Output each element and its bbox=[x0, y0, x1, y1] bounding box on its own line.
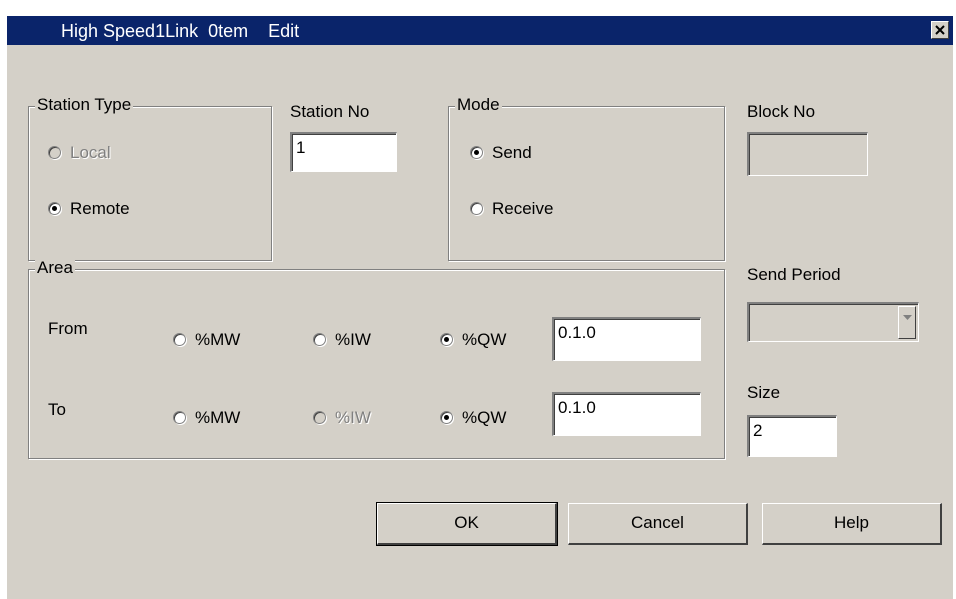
mode-label: Mode bbox=[455, 95, 502, 115]
title-bar[interactable]: High Speed1Link 0tem Edit bbox=[7, 16, 953, 45]
to-address-input[interactable]: 0.1.0 bbox=[552, 392, 701, 436]
radio-label: Send bbox=[492, 143, 532, 162]
size-label: Size bbox=[747, 383, 781, 402]
radio-checked-icon bbox=[48, 202, 61, 216]
size-input[interactable]: 2 bbox=[747, 415, 837, 457]
from-address-input[interactable]: 0.1.0 bbox=[552, 317, 701, 361]
station-type-local-radio[interactable]: Local bbox=[48, 143, 111, 163]
station-no-input[interactable]: 1 bbox=[290, 132, 397, 172]
radio-label: Receive bbox=[492, 199, 554, 218]
radio-circle-icon bbox=[470, 202, 483, 216]
radio-label: %MW bbox=[195, 330, 241, 349]
radio-label: %MW bbox=[195, 408, 241, 427]
block-no-label: Block No bbox=[747, 102, 816, 121]
station-type-remote-radio[interactable]: Remote bbox=[48, 199, 130, 219]
area-label: Area bbox=[35, 258, 75, 278]
to-qw-radio[interactable]: %QW bbox=[440, 408, 506, 428]
radio-circle-icon bbox=[48, 146, 61, 160]
from-iw-radio[interactable]: %IW bbox=[313, 330, 371, 350]
station-no-label: Station No bbox=[290, 102, 370, 121]
to-mw-radio[interactable]: %MW bbox=[173, 408, 240, 428]
mode-group: Mode bbox=[448, 95, 725, 261]
radio-label: %IW bbox=[335, 408, 371, 427]
radio-label: Local bbox=[70, 143, 111, 162]
ok-button[interactable]: OK bbox=[376, 502, 558, 546]
area-from-label: From bbox=[48, 319, 88, 338]
close-icon bbox=[935, 25, 945, 35]
radio-circle-icon bbox=[313, 411, 326, 425]
station-type-label: Station Type bbox=[35, 95, 134, 115]
radio-checked-icon bbox=[440, 333, 453, 347]
block-no-input[interactable] bbox=[747, 132, 868, 176]
send-period-select[interactable] bbox=[747, 302, 919, 342]
close-button[interactable] bbox=[931, 21, 949, 39]
dialog-window: High Speed1Link 0tem Edit Station Type L… bbox=[7, 16, 953, 599]
station-type-group: Station Type bbox=[28, 95, 272, 261]
radio-circle-icon bbox=[173, 333, 186, 347]
from-qw-radio[interactable]: %QW bbox=[440, 330, 506, 350]
to-iw-radio[interactable]: %IW bbox=[313, 408, 371, 428]
radio-circle-icon bbox=[173, 411, 186, 425]
radio-label: %QW bbox=[462, 330, 507, 349]
radio-label: %QW bbox=[462, 408, 507, 427]
radio-checked-icon bbox=[470, 146, 483, 160]
area-to-label: To bbox=[48, 400, 66, 419]
help-button[interactable]: Help bbox=[762, 503, 942, 545]
cancel-button[interactable]: Cancel bbox=[568, 503, 748, 545]
radio-label: Remote bbox=[70, 199, 130, 218]
radio-checked-icon bbox=[440, 411, 453, 425]
send-period-label: Send Period bbox=[747, 265, 841, 284]
radio-label: %IW bbox=[335, 330, 371, 349]
mode-receive-radio[interactable]: Receive bbox=[470, 199, 553, 219]
from-mw-radio[interactable]: %MW bbox=[173, 330, 240, 350]
radio-circle-icon bbox=[313, 333, 326, 347]
mode-send-radio[interactable]: Send bbox=[470, 143, 532, 163]
window-title: High Speed1Link 0tem Edit bbox=[61, 21, 300, 41]
dropdown-button[interactable] bbox=[898, 306, 916, 339]
chevron-down-icon bbox=[903, 315, 912, 320]
